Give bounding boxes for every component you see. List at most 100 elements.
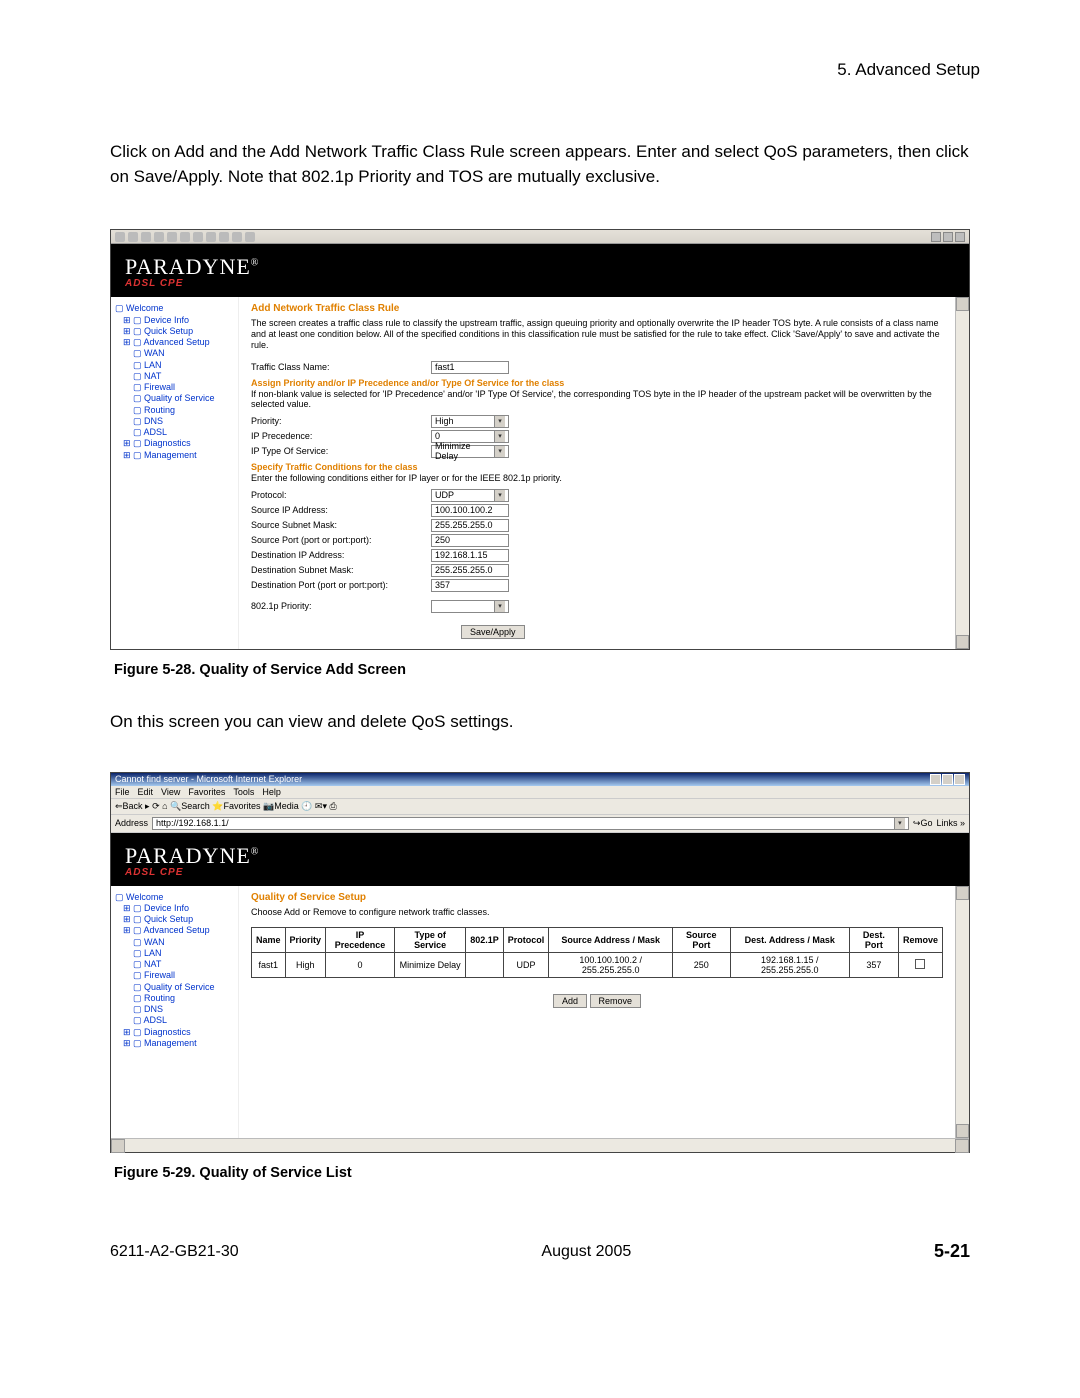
favorites-icon[interactable]: [193, 232, 203, 242]
window-maximize-icon[interactable]: [943, 232, 953, 242]
traffic-conditions-heading: Specify Traffic Conditions for the class: [251, 462, 943, 472]
scroll-up-icon[interactable]: [956, 297, 969, 311]
links-button[interactable]: Links »: [936, 818, 965, 828]
sidebar-item[interactable]: ⊞ ▢ Management: [115, 450, 234, 461]
sidebar-item[interactable]: ⊞ ▢ Advanced Setup: [115, 337, 234, 348]
content-panel: Quality of Service Setup Choose Add or R…: [239, 886, 955, 1139]
table-cell: High: [285, 953, 326, 978]
add-button[interactable]: Add: [553, 994, 587, 1008]
chevron-down-icon[interactable]: [494, 446, 505, 457]
nav-sidebar: ▢ Welcome⊞ ▢ Device Info⊞ ▢ Quick Setup⊞…: [111, 886, 239, 1139]
dest-ip-input[interactable]: 192.168.1.15: [431, 549, 509, 562]
footer-doc-id: 6211-A2-GB21-30: [110, 1243, 239, 1261]
sidebar-item[interactable]: ▢ ADSL: [115, 427, 234, 438]
priority-label: Priority:: [251, 416, 431, 426]
home-icon[interactable]: [167, 232, 177, 242]
nav-back-icon[interactable]: [115, 232, 125, 242]
mail-icon[interactable]: [232, 232, 242, 242]
sidebar-item[interactable]: ▢ Routing: [115, 993, 234, 1004]
print-icon[interactable]: [245, 232, 255, 242]
window-minimize-icon[interactable]: [930, 774, 941, 785]
menu-item[interactable]: Edit: [138, 787, 154, 797]
sidebar-item[interactable]: ▢ NAT: [115, 371, 234, 382]
chevron-down-icon[interactable]: [494, 431, 505, 442]
sidebar-item[interactable]: ▢ Welcome: [115, 303, 234, 314]
save-apply-button[interactable]: Save/Apply: [461, 625, 525, 639]
sidebar-item[interactable]: ▢ ADSL: [115, 1015, 234, 1026]
chevron-down-icon[interactable]: [494, 601, 505, 612]
sidebar-item[interactable]: ⊞ ▢ Advanced Setup: [115, 925, 234, 936]
nav-fwd-icon[interactable]: [128, 232, 138, 242]
menu-item[interactable]: File: [115, 787, 130, 797]
remove-checkbox[interactable]: [915, 959, 925, 969]
horizontal-scrollbar[interactable]: [111, 1138, 969, 1152]
stop-icon[interactable]: [141, 232, 151, 242]
source-ip-input[interactable]: 100.100.100.2: [431, 504, 509, 517]
go-button[interactable]: ↪Go: [913, 818, 933, 829]
source-mask-input[interactable]: 255.255.255.0: [431, 519, 509, 532]
traffic-class-name-input[interactable]: fast1: [431, 361, 509, 374]
panel-title: Quality of Service Setup: [251, 892, 943, 903]
sidebar-item[interactable]: ▢ WAN: [115, 937, 234, 948]
history-icon[interactable]: [219, 232, 229, 242]
protocol-select[interactable]: UDP: [431, 489, 509, 502]
scroll-down-icon[interactable]: [956, 635, 969, 649]
sidebar-item[interactable]: ▢ Firewall: [115, 382, 234, 393]
vertical-scrollbar[interactable]: [955, 886, 969, 1139]
sidebar-item[interactable]: ▢ LAN: [115, 360, 234, 371]
scroll-right-icon[interactable]: [955, 1139, 969, 1153]
sidebar-item[interactable]: ⊞ ▢ Quick Setup: [115, 914, 234, 925]
chevron-down-icon[interactable]: [494, 490, 505, 501]
window-close-icon[interactable]: [955, 232, 965, 242]
remove-button[interactable]: Remove: [590, 994, 642, 1008]
sidebar-item[interactable]: ▢ NAT: [115, 959, 234, 970]
table-header: Protocol: [503, 928, 549, 953]
ip-tos-select[interactable]: Minimize Delay: [431, 445, 509, 458]
priority-select[interactable]: High: [431, 415, 509, 428]
ie-menu-bar[interactable]: File Edit View Favorites Tools Help: [111, 786, 969, 799]
source-port-input[interactable]: 250: [431, 534, 509, 547]
footer-date: August 2005: [541, 1243, 631, 1261]
menu-item[interactable]: View: [161, 787, 180, 797]
media-icon[interactable]: [206, 232, 216, 242]
sidebar-item[interactable]: ▢ Routing: [115, 405, 234, 416]
sidebar-item[interactable]: ⊞ ▢ Device Info: [115, 315, 234, 326]
8021p-priority-select[interactable]: [431, 600, 509, 613]
dest-mask-input[interactable]: 255.255.255.0: [431, 564, 509, 577]
ie-button-bar[interactable]: ⇐Back ▸ ⟳ ⌂ 🔍Search ⭐Favorites 📷Media 🕘 …: [111, 799, 969, 815]
menu-item[interactable]: Tools: [233, 787, 254, 797]
chevron-down-icon[interactable]: [894, 818, 905, 829]
sidebar-item[interactable]: ▢ DNS: [115, 416, 234, 427]
window-maximize-icon[interactable]: [942, 774, 953, 785]
menu-item[interactable]: Help: [262, 787, 281, 797]
scroll-left-icon[interactable]: [111, 1139, 125, 1153]
table-cell: [466, 953, 504, 978]
window-minimize-icon[interactable]: [931, 232, 941, 242]
menu-item[interactable]: Favorites: [188, 787, 225, 797]
source-ip-label: Source IP Address:: [251, 505, 431, 515]
window-close-icon[interactable]: [954, 774, 965, 785]
sidebar-item[interactable]: ▢ DNS: [115, 1004, 234, 1015]
sidebar-item[interactable]: ⊞ ▢ Management: [115, 1038, 234, 1049]
sidebar-item[interactable]: ▢ LAN: [115, 948, 234, 959]
sidebar-item[interactable]: ⊞ ▢ Device Info: [115, 903, 234, 914]
scroll-up-icon[interactable]: [956, 886, 969, 900]
table-header: Source Port: [673, 928, 731, 953]
sidebar-item[interactable]: ▢ Firewall: [115, 970, 234, 981]
chevron-down-icon[interactable]: [494, 416, 505, 427]
vertical-scrollbar[interactable]: [955, 297, 969, 648]
sidebar-item[interactable]: ▢ Quality of Service: [115, 982, 234, 993]
sidebar-item[interactable]: ⊞ ▢ Diagnostics: [115, 438, 234, 449]
protocol-label: Protocol:: [251, 490, 431, 500]
refresh-icon[interactable]: [154, 232, 164, 242]
mid-paragraph: On this screen you can view and delete Q…: [110, 712, 970, 732]
sidebar-item[interactable]: ▢ Welcome: [115, 892, 234, 903]
dest-port-input[interactable]: 357: [431, 579, 509, 592]
search-icon[interactable]: [180, 232, 190, 242]
scroll-down-icon[interactable]: [956, 1124, 969, 1138]
sidebar-item[interactable]: ⊞ ▢ Quick Setup: [115, 326, 234, 337]
sidebar-item[interactable]: ⊞ ▢ Diagnostics: [115, 1027, 234, 1038]
sidebar-item[interactable]: ▢ WAN: [115, 348, 234, 359]
address-input[interactable]: http://192.168.1.1/: [152, 817, 909, 830]
sidebar-item[interactable]: ▢ Quality of Service: [115, 393, 234, 404]
